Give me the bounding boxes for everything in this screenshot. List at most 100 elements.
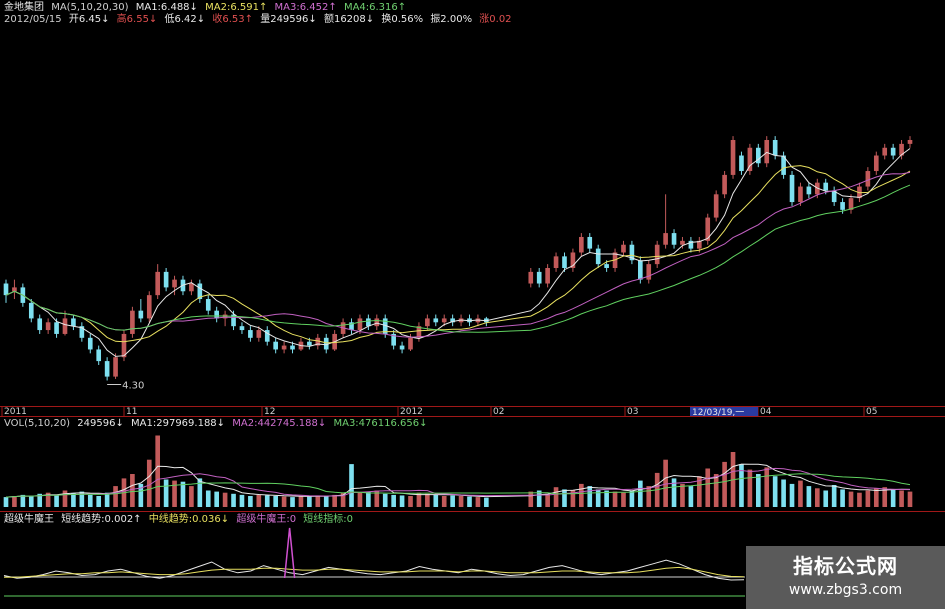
volume-bar-down [214, 491, 219, 507]
volume-bar-down [71, 493, 76, 507]
volume-bar-down [273, 496, 278, 507]
volume-bar-down [349, 464, 354, 507]
candle-down [163, 271, 169, 288]
candle-up [441, 318, 447, 323]
candle-down [239, 326, 245, 331]
volume-bar-up [865, 490, 871, 507]
candle-up [865, 171, 871, 187]
volume-bar-down [399, 495, 405, 507]
candle-down [28, 302, 34, 319]
volume-bar-up [814, 488, 820, 507]
volume-bar-down [823, 490, 829, 507]
candle-down [96, 349, 102, 362]
candle-down [671, 233, 677, 245]
volume-bar-down [781, 479, 786, 507]
volume-bar-down [433, 494, 439, 507]
volume-bar-down [755, 474, 761, 507]
candle-up [62, 318, 68, 334]
candle-down [323, 337, 329, 350]
volume-bar-up [713, 474, 719, 507]
candle-down [840, 202, 845, 210]
volume-bar-up [408, 496, 413, 507]
volume-bar-up [172, 480, 177, 507]
volume-bar-down [382, 493, 388, 507]
candle-up [155, 271, 161, 296]
volume-bar-up [848, 491, 854, 507]
volume-bar-down [87, 494, 93, 507]
candle-up [798, 186, 803, 203]
candle-down [587, 236, 593, 249]
candle-up [528, 271, 534, 284]
volume-bar-up [130, 474, 135, 507]
candle-down [604, 264, 609, 268]
volume-bar-down [366, 491, 371, 507]
volume-bar-up [899, 490, 904, 507]
volume-bar-up [113, 486, 118, 507]
candle-up [722, 174, 727, 195]
candle-up [882, 147, 888, 156]
candle-down [562, 256, 567, 268]
candle-down [399, 345, 405, 350]
volume-bar-up [545, 493, 550, 507]
chart-stage: 金地集团 MA(5,10,20,30) MA1:6.488↓ MA2:6.591… [0, 0, 945, 609]
candle-down [890, 147, 896, 156]
candle-up [256, 330, 262, 338]
candle-up [281, 345, 287, 350]
volume-bar-down [831, 485, 837, 507]
candle-up [654, 244, 660, 265]
volume-bar-down [290, 497, 295, 507]
candle-down [638, 260, 643, 280]
volume-bar-up [873, 488, 879, 507]
volume-bar-up [680, 483, 685, 507]
volume-bar-up [722, 461, 727, 507]
candle-up [545, 268, 550, 284]
volume-bar-down [562, 489, 567, 507]
volume-bar-down [28, 496, 34, 507]
candle-up [907, 140, 913, 144]
volume-panel [3, 435, 913, 507]
candle-down [205, 299, 211, 311]
candle-down [54, 322, 59, 334]
candle-up [189, 283, 194, 292]
candle-up [579, 236, 584, 253]
volume-bar-down [772, 476, 778, 507]
volume-bar-down [595, 489, 601, 507]
volume-bar-up [189, 486, 194, 507]
volume-bar-up [256, 494, 262, 507]
candle-up [713, 194, 719, 218]
candle-up [663, 233, 668, 245]
volume-bar-down [104, 492, 110, 507]
watermark-logo: 指标公式网 www.zbgs3.com [746, 546, 945, 609]
volume-bar-down [54, 495, 59, 507]
volume-bar-up [579, 483, 584, 507]
candle-down [433, 318, 439, 323]
volume-bar-up [281, 496, 287, 507]
volume-bar-up [705, 468, 711, 507]
volume-bar-down [3, 497, 9, 507]
candle-down [806, 186, 812, 195]
candle-down [214, 310, 219, 319]
volume-bar-down [629, 490, 635, 507]
candle-down [104, 361, 110, 377]
candle-up [425, 318, 430, 327]
volume-bar-up [458, 496, 464, 507]
candle-down [307, 341, 312, 346]
candle-up [45, 322, 51, 331]
volume-bar-up [12, 496, 17, 507]
candle-down [87, 337, 93, 350]
candle-down [739, 155, 744, 172]
volume-bar-up [528, 491, 534, 507]
ma-line-ma1 [5, 148, 911, 357]
volume-bar-up [646, 486, 652, 507]
volume-bar-down [391, 494, 396, 507]
volume-bar-up [621, 492, 626, 507]
candle-down [138, 310, 144, 319]
volume-bar-down [688, 486, 694, 507]
volume-bar-down [248, 496, 253, 507]
candle-up [374, 318, 380, 327]
candle-up [646, 264, 652, 280]
volume-bar-up [298, 496, 304, 507]
volume-bar-down [96, 496, 102, 507]
candle-down [290, 345, 295, 350]
candle-up [146, 295, 152, 319]
